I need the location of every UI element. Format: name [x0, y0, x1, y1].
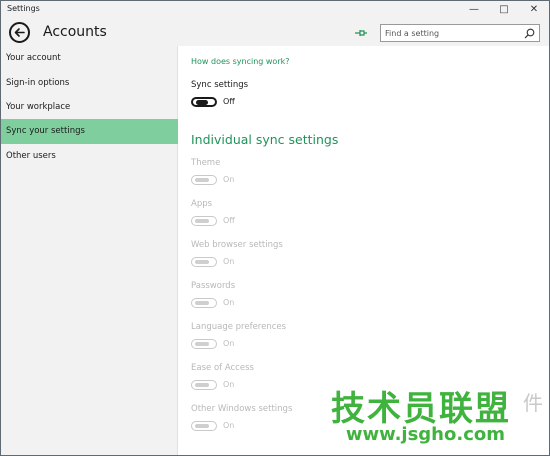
back-arrow-icon — [14, 28, 25, 37]
sidebar-item-sync-your-settings[interactable]: Sync your settings — [1, 119, 178, 144]
passwords-toggle[interactable] — [191, 298, 217, 308]
other-windows-settings-toggle[interactable] — [191, 421, 217, 431]
language-preferences-state: On — [223, 339, 235, 348]
pin-icon[interactable] — [354, 27, 368, 39]
search-field[interactable] — [380, 24, 540, 42]
passwords-state: On — [223, 298, 235, 307]
site-watermark: 技术员联盟 件 www.jsgho.com — [315, 381, 545, 451]
toggle-knob — [195, 219, 209, 223]
theme-toggle[interactable] — [191, 175, 217, 185]
sync-settings-label: Sync settings — [191, 80, 249, 90]
apps-state: Off — [223, 216, 235, 225]
toggle-knob — [195, 178, 209, 182]
sync-settings-state: Off — [223, 97, 235, 106]
language-preferences-toggle[interactable] — [191, 339, 217, 349]
apps-label: Apps — [191, 199, 213, 209]
ease-of-access-state: On — [223, 380, 235, 389]
toggle-knob — [195, 342, 209, 346]
watermark-url: www.jsgho.com — [345, 424, 505, 445]
sidebar-item-sign-in-options[interactable]: Sign-in options — [1, 71, 178, 96]
web-browser-settings-state: On — [223, 257, 235, 266]
sync-help-link[interactable]: How does syncing work? — [191, 57, 290, 66]
theme-state: On — [223, 175, 235, 184]
web-browser-settings-toggle[interactable] — [191, 257, 217, 267]
toggle-knob — [195, 260, 209, 264]
back-button[interactable] — [9, 22, 30, 43]
settings-window: Settings — □ ✕ Accounts Your account Sig… — [0, 0, 550, 456]
ease-of-access-toggle[interactable] — [191, 380, 217, 390]
toggle-knob — [195, 383, 209, 387]
ease-of-access-label: Ease of Access — [191, 363, 254, 373]
web-browser-settings-label: Web browser settings — [191, 240, 283, 250]
toggle-knob — [195, 301, 209, 305]
watermark-extra-text: 件 — [523, 391, 543, 415]
search-input[interactable] — [385, 26, 523, 41]
close-button[interactable]: ✕ — [519, 1, 549, 19]
other-windows-settings-state: On — [223, 421, 235, 430]
other-windows-settings-label: Other Windows settings — [191, 404, 293, 414]
language-preferences-label: Language preferences — [191, 322, 287, 332]
theme-label: Theme — [191, 158, 221, 168]
search-icon[interactable] — [524, 28, 535, 39]
passwords-label: Passwords — [191, 281, 236, 291]
sidebar-item-other-users[interactable]: Other users — [1, 144, 178, 169]
maximize-button[interactable]: □ — [489, 1, 519, 19]
page-title: Accounts — [43, 24, 107, 40]
title-bar: Settings — □ ✕ — [1, 1, 549, 19]
sidebar-item-your-account[interactable]: Your account — [1, 46, 178, 71]
toggle-knob — [195, 424, 209, 428]
watermark-logo-text: 技术员联盟 — [331, 389, 511, 429]
minimize-button[interactable]: — — [459, 1, 489, 19]
apps-toggle[interactable] — [191, 216, 217, 226]
window-title: Settings — [7, 4, 40, 13]
sidebar-item-your-workplace[interactable]: Your workplace — [1, 95, 178, 120]
toggle-knob — [196, 99, 208, 105]
page-header: Accounts — [1, 19, 549, 46]
section-heading: Individual sync settings — [191, 132, 339, 147]
sync-settings-toggle[interactable] — [191, 97, 217, 107]
sidebar: Your account Sign-in options Your workpl… — [1, 46, 178, 455]
